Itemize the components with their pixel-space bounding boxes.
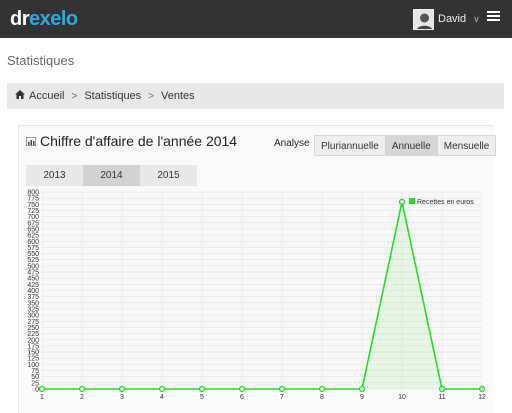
- y-tick-label: 200: [27, 337, 39, 344]
- y-tick-label: 300: [27, 313, 39, 320]
- analysis-mode-group: Pluriannuelle Annuelle Mensuelle: [314, 135, 497, 156]
- x-tick-label: 11: [438, 394, 445, 401]
- data-point: [118, 385, 126, 393]
- y-tick-label: 125: [27, 356, 39, 363]
- x-tick-label: 4: [160, 394, 164, 401]
- y-tick-label: 175: [27, 343, 39, 350]
- avatar[interactable]: [413, 8, 434, 30]
- breadcrumb: Accueil > Statistiques > Ventes: [7, 83, 504, 109]
- chevron-down-icon[interactable]: ∨: [473, 14, 480, 25]
- y-tick-label: 150: [27, 350, 39, 357]
- y-tick-label: 650: [27, 226, 39, 233]
- mode-pluriannuelle-button[interactable]: Pluriannuelle: [314, 135, 386, 156]
- x-tick-label: 10: [398, 394, 406, 401]
- y-tick-label: 25: [31, 380, 39, 387]
- chart-title-text: Chiffre d'affaire de l'année 2014: [40, 133, 238, 149]
- x-tick-label: 6: [240, 394, 244, 401]
- y-tick-label: 75: [31, 368, 39, 375]
- data-point: [158, 385, 166, 393]
- y-tick-label: 450: [27, 276, 39, 283]
- data-point: [478, 385, 486, 393]
- data-point: [398, 198, 406, 205]
- y-tick-label: 500: [27, 263, 39, 270]
- y-tick-label: 750: [27, 202, 39, 209]
- y-tick-label: 250: [27, 325, 39, 332]
- x-tick-label: 12: [478, 394, 486, 401]
- top-navbar: dr exelo David ∨: [0, 0, 512, 38]
- user-name[interactable]: David: [438, 13, 466, 25]
- tab-2013[interactable]: 2013: [26, 165, 83, 186]
- user-menu[interactable]: David ∨: [413, 5, 480, 33]
- y-tick-label: 50: [31, 374, 39, 381]
- data-point: [238, 385, 246, 393]
- tab-2015[interactable]: 2015: [140, 165, 197, 186]
- y-tick-label: 700: [27, 214, 39, 221]
- logo-text-dr: dr: [10, 7, 30, 30]
- y-tick-label: 600: [27, 239, 39, 246]
- legend-swatch: [409, 198, 415, 204]
- y-tick-label: 350: [27, 300, 39, 307]
- x-tick-label: 8: [320, 394, 324, 401]
- data-point: [78, 385, 86, 393]
- y-tick-label: 675: [27, 220, 39, 227]
- y-tick-label: 800: [27, 190, 39, 197]
- legend-label: Recettes en euros: [417, 199, 474, 206]
- x-tick-label: 9: [360, 394, 364, 401]
- x-tick-label: 3: [120, 394, 124, 401]
- data-point: [38, 385, 46, 393]
- breadcrumb-home-link[interactable]: Accueil: [29, 90, 64, 102]
- y-tick-label: 550: [27, 251, 39, 258]
- logo-text-exelo: exelo: [29, 7, 78, 30]
- y-tick-label: 225: [27, 331, 39, 338]
- chart-panel-title: Chiffre d'affaire de l'année 2014: [26, 133, 237, 149]
- home-icon: [15, 90, 25, 102]
- y-tick-label: 275: [27, 319, 39, 326]
- data-point: [358, 385, 366, 393]
- y-tick-label: 625: [27, 233, 39, 240]
- data-point: [278, 385, 286, 393]
- breadcrumb-current: Ventes: [161, 90, 195, 102]
- x-tick-label: 2: [80, 394, 84, 401]
- y-tick-label: 525: [27, 257, 39, 264]
- brand-logo[interactable]: dr exelo: [10, 7, 78, 31]
- bar-chart-icon: [26, 136, 36, 146]
- data-point: [438, 385, 446, 393]
- x-tick-label: 5: [200, 394, 204, 401]
- x-tick-label: 1: [40, 394, 44, 401]
- breadcrumb-statistiques-link[interactable]: Statistiques: [84, 90, 141, 102]
- tab-2014[interactable]: 2014: [83, 165, 140, 186]
- analyse-label: Analyse: [274, 138, 310, 149]
- page-title: Statistiques: [7, 53, 75, 68]
- data-point: [318, 385, 326, 393]
- hamburger-menu-icon[interactable]: [487, 11, 500, 22]
- y-tick-label: 325: [27, 306, 39, 313]
- y-tick-label: 575: [27, 245, 39, 252]
- y-tick-label: 0: [35, 387, 39, 394]
- data-point: [198, 385, 206, 393]
- y-tick-label: 100: [27, 362, 39, 369]
- y-tick-label: 775: [27, 196, 39, 203]
- mode-annuelle-button[interactable]: Annuelle: [384, 135, 438, 156]
- chevron-right-icon: >: [148, 90, 155, 102]
- y-tick-label: 375: [27, 294, 39, 301]
- y-tick-label: 400: [27, 288, 39, 295]
- y-tick-label: 725: [27, 208, 39, 215]
- year-tabs: 2013 2014 2015: [26, 165, 197, 186]
- y-tick-label: 425: [27, 282, 39, 289]
- mode-mensuelle-button[interactable]: Mensuelle: [436, 135, 497, 156]
- y-tick-label: 475: [27, 270, 39, 277]
- sales-line-chart: 0255075100125150175200225250275300325350…: [27, 190, 486, 402]
- x-tick-label: 7: [280, 394, 284, 401]
- chevron-right-icon: >: [71, 90, 78, 102]
